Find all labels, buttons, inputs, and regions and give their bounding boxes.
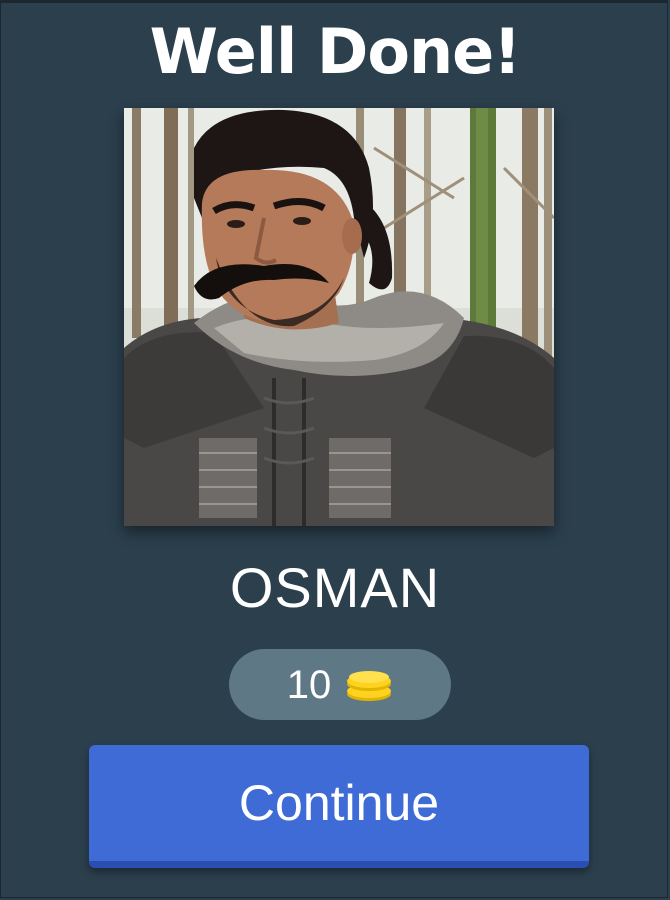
reward-amount: 10: [286, 662, 332, 707]
continue-button[interactable]: Continue: [89, 745, 589, 868]
coin-stack-icon: [347, 670, 392, 701]
answer-text: OSMAN: [229, 556, 441, 619]
page-title: Well Done!: [149, 15, 522, 88]
reward-badge: 10: [229, 649, 451, 720]
character-photo: [124, 108, 554, 526]
